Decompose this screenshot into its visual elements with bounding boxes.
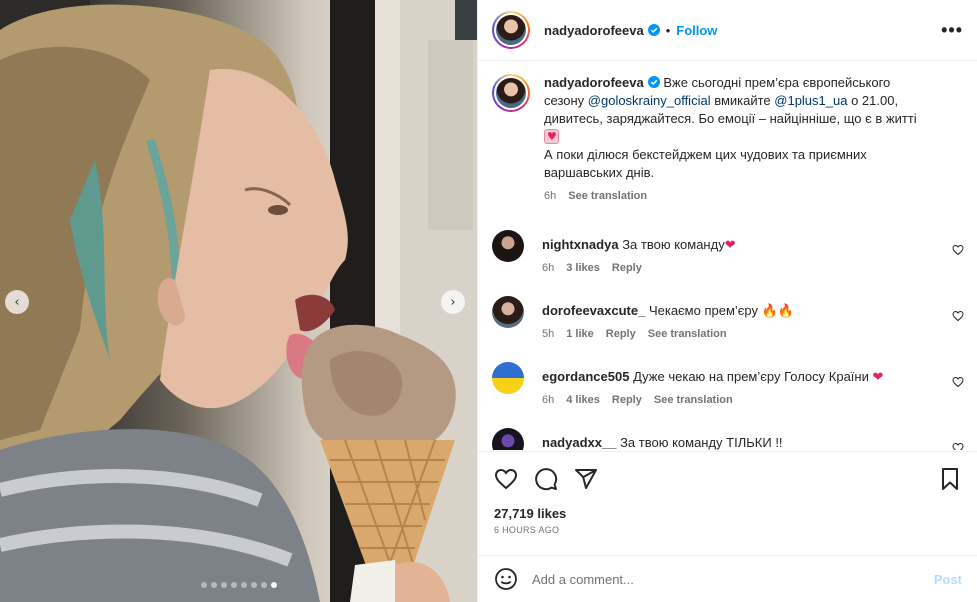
post-caption: nadyadorofeeva Вже сьогодні прем’єра євр… [478,62,977,202]
carousel-dot [220,582,227,588]
post-header: nadyadorofeeva • Follow ••• [478,0,977,61]
add-comment-bar: Post [478,555,977,602]
next-slide-button[interactable]: › [441,290,465,314]
share-icon[interactable] [574,467,598,491]
chevron-left-icon: ‹ [14,294,20,310]
carousel-dot [200,582,207,588]
comment-content: Дуже чекаю на прем’єру Голосу Країни [633,369,869,384]
see-translation-link[interactable]: See translation [568,190,647,202]
mention-link[interactable]: @1plus1_ua [774,93,847,108]
commenter-username[interactable]: nightxnadya [542,237,619,252]
post-time: 6 HOURS AGO [494,525,560,535]
like-comment-icon[interactable] [952,310,964,322]
caption-text: nadyadorofeeva Вже сьогодні прем’єра євр… [544,74,924,182]
comment-time: 6h [542,262,555,274]
likes-count[interactable]: 27,719 likes [478,494,977,521]
caption-meta: 6h See translation [544,190,924,202]
more-options-icon[interactable]: ••• [941,20,963,41]
like-comment-icon[interactable] [952,442,964,450]
comment-meta: 6h 4 likes Reply See translation [542,394,942,406]
caption-time: 6h [544,190,557,202]
carousel-dot [260,582,267,588]
see-translation-link[interactable]: See translation [654,394,733,406]
comment-time: 5h [542,328,555,340]
comment-content: За твою команду ТІЛЬКИ !! [620,435,783,450]
caption-text-part: А поки ділюся бекстейджем цих чудових та… [544,147,867,180]
comment-item: egordance505 Дуже чекаю на прем’єру Голо… [478,362,977,406]
commenter-avatar[interactable] [492,296,524,328]
verified-badge-icon [647,24,660,36]
carousel-indicator [0,582,477,588]
comment-meta: 6h 3 likes Reply [542,262,942,274]
post-comment-button[interactable]: Post [934,572,962,587]
post-photo [0,0,477,602]
comment-item: dorofeevaxcute_ Чекаємо прем’єру 🔥🔥 5h 1… [478,296,977,340]
fire-emoji-icon: 🔥🔥 [761,303,795,318]
previous-slide-button[interactable]: ‹ [5,290,29,314]
like-comment-icon[interactable] [952,376,964,388]
comment-content: За твою команду [622,237,725,252]
carousel-dot [270,582,277,588]
comment-meta: 5h 1 like Reply See translation [542,328,942,340]
author-username[interactable]: nadyadorofeeva [544,23,644,38]
comment-text: nightxnadya За твою команду❤ [542,236,942,254]
heart-emoji-icon: ❤ [724,237,736,252]
comment-likes[interactable]: 4 likes [566,394,600,406]
chevron-right-icon: › [450,294,456,310]
commenter-username[interactable]: nadyadxx__ [542,435,616,450]
post-panel: nadyadorofeeva • Follow ••• nadyadorofee… [477,0,977,602]
carousel-dot [240,582,247,588]
post-media[interactable]: ‹ › [0,0,477,602]
like-icon[interactable] [494,467,518,491]
post-actions: 27,719 likes 6 HOURS AGO [478,451,977,535]
comment-content: Чекаємо прем’єру [648,303,759,318]
comment-icon[interactable] [534,467,558,491]
action-icons [478,452,977,494]
commenter-username[interactable]: egordance505 [542,369,629,384]
verified-badge-icon [647,76,660,88]
comment-time: 6h [542,394,555,406]
reply-button[interactable]: Reply [612,262,642,274]
caption-avatar[interactable] [492,74,530,112]
see-translation-link[interactable]: See translation [648,328,727,340]
carousel-dot [250,582,257,588]
comment-input[interactable] [532,571,912,587]
caption-username[interactable]: nadyadorofeeva [544,75,644,90]
comment-text: nadyadxx__ За твою команду ТІЛЬКИ !! [542,434,942,450]
caption-text-part: вмикайте [710,93,775,108]
reply-button[interactable]: Reply [612,394,642,406]
heart-emoji-icon [544,128,559,146]
commenter-username[interactable]: dorofeevaxcute_ [542,303,645,318]
comment-text: egordance505 Дуже чекаю на прем’єру Голо… [542,368,942,386]
mention-link[interactable]: @goloskrainy_official [588,93,711,108]
save-icon[interactable] [938,467,962,491]
header-separator: • [665,22,671,38]
comment-likes[interactable]: 1 like [566,328,594,340]
comment-item: nadyadxx__ За твою команду ТІЛЬКИ !! [478,428,977,450]
like-comment-icon[interactable] [952,244,964,256]
comment-likes[interactable]: 3 likes [566,262,600,274]
reply-button[interactable]: Reply [606,328,636,340]
comment-item: nightxnadya За твою команду❤ 6h 3 likes … [478,230,977,274]
commenter-avatar[interactable] [492,362,524,394]
carousel-dot [230,582,237,588]
commenter-avatar[interactable] [492,428,524,450]
follow-button[interactable]: Follow [676,23,717,38]
carousel-dot [210,582,217,588]
heart-emoji-icon: ❤ [872,369,884,384]
comment-text: dorofeevaxcute_ Чекаємо прем’єру 🔥🔥 [542,302,942,320]
emoji-icon[interactable] [494,567,518,591]
author-avatar[interactable] [492,11,530,49]
commenter-avatar[interactable] [492,230,524,262]
comments-list[interactable]: nadyadorofeeva Вже сьогодні прем’єра євр… [478,62,977,450]
